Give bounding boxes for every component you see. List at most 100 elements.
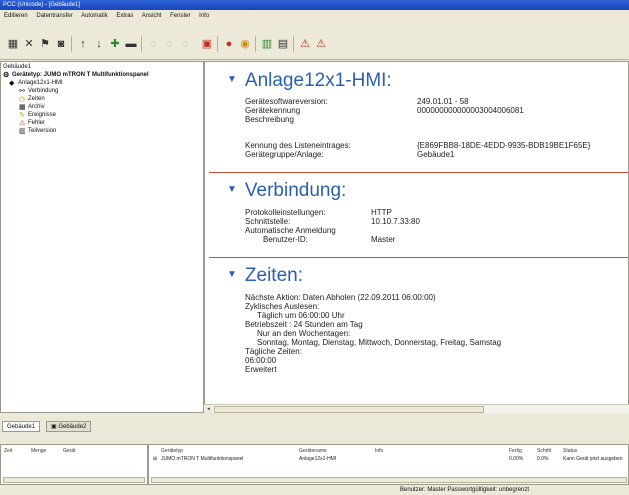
toolbar-separator (293, 36, 294, 52)
table-icon[interactable]: ▤ (276, 37, 290, 51)
version-icon: ▥ (19, 128, 26, 135)
log-list-left: Zeit Menge Gerät (0, 444, 148, 485)
new-icon[interactable]: ▦ (6, 37, 20, 51)
pause-icon[interactable]: ◉ (238, 37, 252, 51)
menu-automatik[interactable]: Automatik (81, 13, 108, 19)
scroll-left-icon[interactable]: ◂ (205, 406, 212, 413)
binoculars-icon[interactable]: ◙ (54, 37, 68, 51)
tree-plant[interactable]: ◆ Anlage12x1-HMI (9, 80, 63, 87)
fw-label: Gerätesoftwareversion: (245, 97, 328, 106)
event-icon: ✎ (19, 112, 25, 119)
alarm-icon[interactable]: ⚠ (314, 37, 328, 51)
tree-item-label: Ereignisse (28, 112, 57, 118)
tree-item-archiv[interactable]: ▦ Archiv (19, 104, 45, 111)
col-status[interactable]: Status (563, 448, 577, 454)
toolbar-separator (255, 36, 256, 52)
row-status: Kann Gerät jetzt ausgeben (563, 456, 623, 462)
col-fertig[interactable]: Fertig (509, 448, 522, 454)
desc-label: Beschreibung (245, 115, 294, 124)
arrow-down-icon[interactable]: ↓ (92, 37, 106, 51)
proto-value: HTTP (371, 208, 392, 217)
stop-red-icon[interactable]: ● (222, 37, 236, 51)
archive-icon: ▦ (19, 104, 26, 111)
error-icon: ⚠ (19, 120, 26, 127)
device-tree: Gebäude1 ⚙ Gerätetyp: JUMO mTRON T Multif… (0, 61, 204, 413)
section-zeiten-title[interactable]: ▼ Zeiten: (227, 265, 303, 286)
col-geraetename[interactable]: Gerätename (299, 448, 327, 454)
window-title-bar: PCC (Unicode) - [Gebäude1] (0, 0, 629, 10)
scroll-thumb[interactable] (214, 406, 484, 413)
tree-root-label: Gebäude1 (3, 64, 32, 70)
tree-item-label: Verbindung (28, 88, 59, 94)
col-menge[interactable]: Menge (31, 448, 46, 454)
daily-time: Täglich um 06:00:00 Uhr (257, 311, 345, 320)
tree-item-ereignisse[interactable]: ✎ Ereignisse (19, 112, 56, 119)
fw-value: 249.01.01 - 58 (417, 97, 469, 106)
details-horizontal-scrollbar[interactable]: ◂ (204, 404, 629, 413)
row-name: Anlage12x1-HMI (299, 456, 337, 462)
stop-icon[interactable]: ▬ (124, 37, 138, 51)
user-value: Master (371, 235, 396, 244)
section-divider (209, 172, 628, 173)
menu-fenster[interactable]: Fenster (170, 13, 190, 19)
col-info[interactable]: Info (375, 448, 383, 454)
toolbar-separator (141, 36, 142, 52)
col-geraetetyp[interactable]: Gerätetyp (161, 448, 183, 454)
row-expand-icon[interactable]: ⊞ (153, 456, 157, 462)
tree-item-verbindung[interactable]: ⚯ Verbindung (19, 88, 58, 95)
section-anlage-title[interactable]: ▼ Anlage12x1-HMI: (227, 70, 392, 91)
col-schritt[interactable]: Schritt (537, 448, 551, 454)
disabled-icon-1[interactable]: ◌ (146, 37, 160, 51)
tree-plant-label: Anlage12x1-HMI (18, 80, 63, 86)
weekdays-list: Sonntag, Montag, Dienstag, Mittwoch, Don… (257, 338, 502, 347)
key-label: Kennung des Listeneintrages: (245, 141, 351, 150)
menu-info[interactable]: Info (199, 13, 209, 19)
job-list: Gerätetyp Gerätename Info Fertig Schritt… (148, 444, 629, 485)
tree-item-teilversion[interactable]: ▥ Teilversion (19, 128, 56, 135)
user-label: Benutzer-ID: (263, 235, 308, 244)
advanced-link[interactable]: Erweitert (245, 365, 277, 374)
col-zeit[interactable]: Zeit (4, 448, 12, 454)
section-verbindung-title[interactable]: ▼ Verbindung: (227, 180, 346, 201)
cyclic-read-label: Zyklisches Auslesen: (245, 302, 320, 311)
disabled-icon-2[interactable]: ◌ (162, 37, 176, 51)
status-text: Benutzer: Master Passwortgültigkeit: unb… (400, 487, 530, 493)
tree-item-label: Fehler (28, 120, 46, 126)
menu-extras[interactable]: Extras (116, 13, 133, 19)
row-step: 0.0% (537, 456, 549, 462)
warning-icon[interactable]: ⚠ (298, 37, 312, 51)
tab-gebaeude1[interactable]: Gebäude1 (2, 421, 41, 432)
tree-root[interactable]: Gebäude1 (3, 64, 31, 71)
clock-icon: ◷ (19, 96, 26, 103)
tree-item-zeiten[interactable]: ◷ Zeiten (19, 96, 45, 103)
collapse-arrow-icon: ▼ (227, 269, 237, 280)
tree-item-fehler[interactable]: ⚠ Fehler (19, 120, 45, 127)
key-value: {E869FBB8-18DE-4EDD-9935-BDB19BE1F65E} (417, 141, 591, 150)
delete-icon[interactable]: ✕ (22, 37, 36, 51)
window-title: PCC (Unicode) - [Gebäude1] (3, 2, 81, 8)
section-title-text: Anlage12x1-HMI: (244, 70, 392, 91)
tab-label: Gebäude1 (7, 424, 36, 430)
toolbar: ▦ ✕ ⚑ ◙ ↑ ↓ ✚ ▬ ◌ ◌ ◌ ▣ ● ◉ ▥ ▤ ⚠ ⚠ (0, 22, 629, 60)
toolbar-separator (217, 36, 218, 52)
connect-icon[interactable]: ⚑ (38, 37, 52, 51)
chart-icon[interactable]: ▥ (260, 37, 274, 51)
download-icon[interactable]: ✚ (108, 37, 122, 51)
tree-device[interactable]: ⚙ Gerätetyp: JUMO mTRON T Multifunktionsp… (3, 72, 149, 79)
tree-item-label: Archiv (28, 104, 45, 110)
id-label: Gerätekennung (245, 106, 301, 115)
tree-item-label: Zeiten (28, 96, 45, 102)
collapse-arrow-icon: ▼ (227, 74, 237, 85)
menu-ansicht[interactable]: Ansicht (142, 13, 162, 19)
report-icon[interactable]: ▣ (200, 37, 214, 51)
daily-times-label: Tägliche Zeiten: (245, 347, 302, 356)
disabled-icon-3[interactable]: ◌ (178, 37, 192, 51)
tab-gebaeude2[interactable]: ▣ Gebäude2 (46, 421, 92, 432)
log-left-scrollbar[interactable] (3, 477, 145, 483)
arrow-up-icon[interactable]: ↑ (76, 37, 90, 51)
col-geraet[interactable]: Gerät (63, 448, 76, 454)
job-list-scrollbar[interactable] (151, 477, 627, 483)
building-tabs: Gebäude1 ▣ Gebäude2 (0, 420, 629, 433)
menu-datentransfer[interactable]: Datentransfer (36, 13, 72, 19)
menu-editieren[interactable]: Editieren (4, 13, 28, 19)
